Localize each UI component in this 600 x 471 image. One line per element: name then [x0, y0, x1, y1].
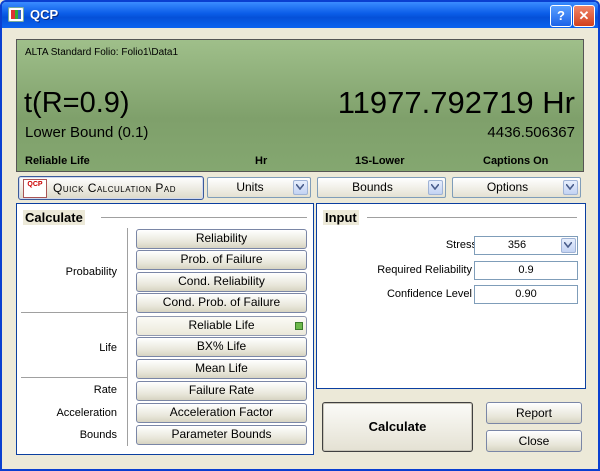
- category-bounds: Bounds: [79, 429, 117, 441]
- chevron-down-icon: [428, 180, 443, 195]
- caption-units: Hr: [255, 155, 268, 167]
- close-button[interactable]: Close: [486, 430, 582, 452]
- help-button[interactable]: ?: [550, 5, 572, 27]
- prob-of-failure-button[interactable]: Prob. of Failure: [136, 250, 307, 270]
- category-rate: Rate: [93, 384, 117, 396]
- required-reliability-input[interactable]: 0.9: [474, 261, 578, 280]
- category-separator: [21, 312, 127, 314]
- title-bar[interactable]: QCP ? ✕: [2, 2, 598, 28]
- results-display: ALTA Standard Folio: Folio1\Data1 t(R=0.…: [16, 39, 584, 172]
- required-reliability-label: Required Reliability: [377, 264, 472, 276]
- mean-life-button[interactable]: Mean Life: [136, 359, 307, 379]
- folio-path: ALTA Standard Folio: Folio1\Data1: [25, 47, 179, 58]
- bounds-dropdown[interactable]: Bounds: [317, 177, 446, 198]
- acceleration-factor-button[interactable]: Acceleration Factor: [136, 403, 307, 423]
- confidence-level-input[interactable]: 0.90: [474, 285, 578, 304]
- selected-indicator-icon: [295, 322, 303, 330]
- calculate-title: Calculate: [23, 210, 85, 225]
- units-dropdown[interactable]: Units: [207, 177, 311, 198]
- caption-calculation: Reliable Life: [25, 155, 90, 167]
- bound-label: Lower Bound (0.1): [25, 124, 149, 141]
- result-metric: t(R=0.9): [24, 87, 130, 119]
- calculate-panel: Calculate Probability Life Rate Accelera…: [16, 203, 314, 455]
- bound-value: 4436.506367: [487, 124, 575, 141]
- category-probability: Probability: [65, 266, 117, 278]
- group-divider: [101, 217, 307, 219]
- category-divider: [127, 228, 129, 446]
- input-title: Input: [323, 210, 359, 225]
- parameter-bounds-button[interactable]: Parameter Bounds: [136, 425, 307, 445]
- reliable-life-label: Reliable Life: [188, 318, 255, 332]
- qcp-window: QCP ? ✕ ALTA Standard Folio: Folio1\Data…: [0, 0, 600, 471]
- calculate-button[interactable]: Calculate: [322, 402, 473, 452]
- qcp-icon: QCP: [23, 179, 47, 198]
- bounds-label: Bounds: [352, 180, 393, 194]
- stress-label: Stress: [445, 239, 477, 251]
- category-separator: [21, 377, 127, 379]
- app-icon: [8, 7, 24, 22]
- report-button[interactable]: Report: [486, 402, 582, 424]
- reliable-life-button[interactable]: Reliable Life: [136, 316, 307, 336]
- options-dropdown[interactable]: Options: [452, 177, 581, 198]
- stress-value: 356: [507, 239, 527, 251]
- confidence-level-label: Confidence Level: [386, 288, 472, 300]
- reliability-button[interactable]: Reliability: [136, 229, 307, 249]
- stress-select[interactable]: 356: [474, 236, 578, 255]
- cond-prob-of-failure-button[interactable]: Cond. Prob. of Failure: [136, 293, 307, 313]
- units-label: Units: [236, 180, 264, 194]
- input-panel: Input Stress 356 Required Reliability 0.…: [316, 203, 586, 389]
- close-window-button[interactable]: ✕: [573, 5, 595, 27]
- quick-calculation-pad-button[interactable]: QCP Quick Calculation Pad: [18, 176, 204, 200]
- chevron-down-icon: [563, 180, 578, 195]
- caption-bounds: 1S-Lower: [355, 155, 405, 167]
- failure-rate-button[interactable]: Failure Rate: [136, 381, 307, 401]
- category-life: Life: [99, 342, 117, 354]
- cond-reliability-button[interactable]: Cond. Reliability: [136, 272, 307, 292]
- qcp-label: Quick Calculation Pad: [53, 181, 177, 195]
- window-title: QCP: [30, 7, 59, 22]
- category-acceleration: Acceleration: [56, 407, 117, 419]
- caption-status: Captions On: [483, 155, 549, 167]
- chevron-down-icon: [293, 180, 308, 195]
- options-label: Options: [486, 180, 529, 194]
- bx-life-button[interactable]: BX% Life: [136, 337, 307, 357]
- group-divider: [367, 217, 577, 219]
- result-value: 11977.792719 Hr: [337, 85, 575, 120]
- chevron-down-icon: [561, 238, 576, 253]
